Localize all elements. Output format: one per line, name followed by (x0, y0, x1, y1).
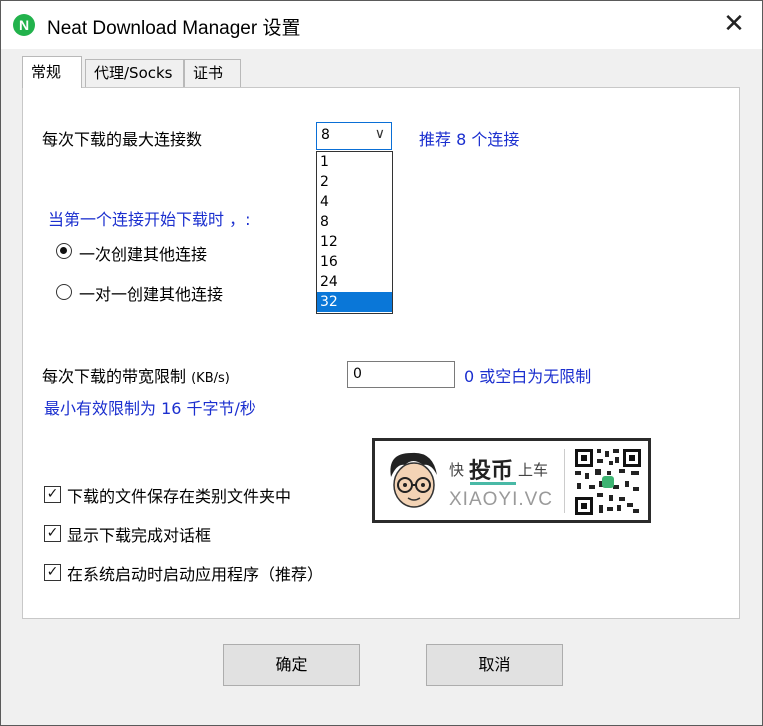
settings-window: N Neat Download Manager 设置 ✕ 常规 代理/Socks… (0, 0, 763, 726)
close-icon: ✕ (723, 9, 745, 39)
radio-one-by-one[interactable] (56, 284, 72, 300)
ok-button-label: 确定 (275, 655, 308, 674)
dropdown-option[interactable]: 1 (317, 152, 392, 172)
bandwidth-value: 0 (353, 366, 362, 382)
dropdown-option[interactable]: 2 (317, 172, 392, 192)
chevron-down-icon: ∨ (374, 126, 385, 142)
watermark-domain: XIAOYI.VC (449, 489, 554, 510)
dropdown-option-selected[interactable]: 32 (317, 292, 392, 312)
bandwidth-min-hint: 最小有效限制为 16 千字节/秒 (44, 399, 256, 418)
watermark-logo: 快 投币 上车 XIAOYI.VC (372, 438, 651, 523)
bandwidth-unit: (KB/s) (191, 371, 230, 386)
max-connections-select[interactable]: 8 ∨ (316, 122, 392, 150)
watermark-shang: 上车 (518, 461, 549, 479)
checkbox-show-complete-dialog-label[interactable]: 显示下载完成对话框 (67, 522, 211, 546)
cancel-button-label: 取消 (478, 655, 511, 674)
watermark-underline (470, 482, 516, 485)
bandwidth-label-text: 每次下载的带宽限制 (42, 367, 187, 386)
dropdown-option[interactable]: 16 (317, 252, 392, 272)
title-bar: N Neat Download Manager 设置 ✕ (1, 1, 762, 49)
radio-create-all[interactable] (56, 243, 72, 259)
cartoon-face-icon (390, 452, 437, 508)
app-logo-icon: N (13, 14, 35, 36)
dropdown-option[interactable]: 8 (317, 212, 392, 232)
dropdown-option[interactable]: 4 (317, 192, 392, 212)
close-button[interactable]: ✕ (706, 1, 762, 49)
dropdown-option[interactable]: 24 (317, 272, 392, 292)
tab-proxy-label: 代理/Socks (94, 64, 173, 82)
bandwidth-label: 每次下载的带宽限制 (KB/s) (42, 363, 230, 387)
tab-general[interactable]: 常规 (22, 56, 82, 88)
checkbox-startup-label[interactable]: 在系统启动时启动应用程序（推荐） (67, 561, 323, 585)
radio-one-by-one-label[interactable]: 一对一创建其他连接 (79, 281, 223, 305)
first-connection-label: 当第一个连接开始下载时 ，: (48, 210, 251, 229)
ok-button[interactable]: 确定 (223, 644, 360, 686)
checkbox-show-complete-dialog[interactable]: ✓ (44, 525, 61, 542)
checkbox-category-folder-label[interactable]: 下载的文件保存在类别文件夹中 (67, 483, 291, 507)
tab-proxy[interactable]: 代理/Socks (85, 59, 184, 87)
radio-dot (60, 247, 67, 254)
tab-certificate-label: 证书 (193, 64, 224, 82)
window-title: Neat Download Manager 设置 (47, 18, 301, 39)
watermark-kuai: 快 (449, 461, 465, 479)
bandwidth-hint: 0 或空白为无限制 (464, 367, 592, 386)
watermark-divider (564, 449, 565, 513)
radio-create-all-label[interactable]: 一次创建其他连接 (79, 241, 207, 265)
dropdown-option[interactable]: 12 (317, 232, 392, 252)
checkbox-startup[interactable]: ✓ (44, 564, 61, 581)
connections-dropdown-list: 1 2 4 8 12 16 24 32 (316, 151, 393, 314)
qr-code-icon (573, 447, 643, 517)
tab-certificate[interactable]: 证书 (184, 59, 241, 87)
tab-general-label: 常规 (31, 63, 62, 81)
max-connections-value: 8 (321, 127, 330, 143)
bandwidth-input[interactable]: 0 (347, 361, 455, 388)
watermark-tou: 投币 (469, 459, 514, 484)
max-connections-label: 每次下载的最大连接数 (42, 130, 203, 149)
checkbox-category-folder[interactable]: ✓ (44, 486, 61, 503)
recommend-text: 推荐 8 个连接 (419, 130, 520, 149)
cancel-button[interactable]: 取消 (426, 644, 563, 686)
